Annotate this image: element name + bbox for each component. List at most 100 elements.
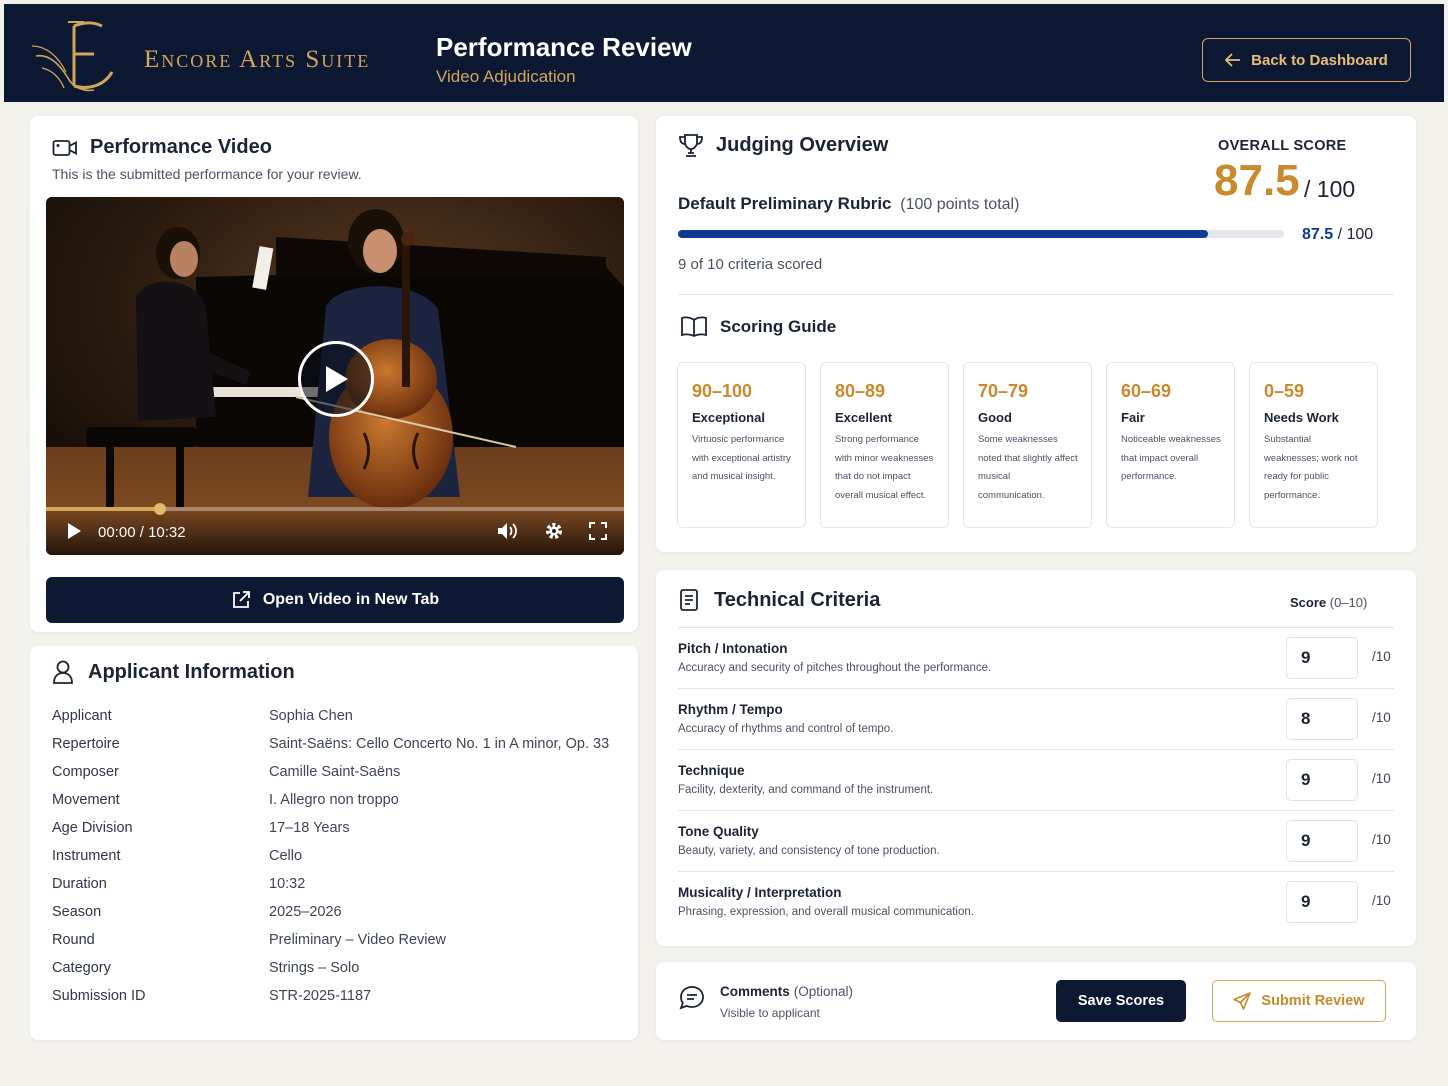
criterion-score-max: /10 <box>1372 832 1391 847</box>
video-time: 00:00 / 10:32 <box>98 524 186 541</box>
back-button-label: Back to Dashboard <box>1251 51 1388 69</box>
trophy-icon <box>679 134 703 157</box>
fullscreen-icon[interactable] <box>588 521 608 541</box>
criterion-name: Technique <box>678 763 745 778</box>
video-camera-icon <box>52 139 77 156</box>
brand-name: Encore Arts Suite <box>144 46 371 73</box>
applicant-field-value: STR-2025-1187 <box>269 988 372 1004</box>
comments-optional: (Optional) <box>793 984 854 999</box>
criterion-score-input[interactable] <box>1286 881 1358 923</box>
criterion-score-input[interactable] <box>1286 637 1358 679</box>
applicant-field-value: Cello <box>269 848 303 864</box>
overview-divider <box>678 294 1394 295</box>
video-player[interactable]: 00:00 / 10:32 <box>46 197 624 555</box>
video-progress-track[interactable] <box>46 503 624 515</box>
criterion-score-max: /10 <box>1372 649 1391 664</box>
judging-overview-card: Judging Overview Default Preliminary Rub… <box>656 116 1416 552</box>
applicant-field-label: Applicant <box>52 708 112 724</box>
criteria-divider <box>678 627 1394 628</box>
submit-review-label: Submit Review <box>1261 993 1365 1009</box>
score-progress-text: 87.5 / 100 <box>1302 226 1373 244</box>
applicant-field-label: Composer <box>52 764 119 780</box>
guide-tier-name: Needs Work <box>1264 410 1339 425</box>
progress-max: / 100 <box>1337 226 1374 243</box>
criterion-description: Beauty, variety, and consistency of tone… <box>678 845 940 857</box>
guide-tier-range: 60–69 <box>1121 381 1172 401</box>
external-link-icon <box>232 591 250 608</box>
app-header: Encore Arts Suite Performance Review Vid… <box>4 4 1444 102</box>
score-head-range: (0–10) <box>1329 595 1368 610</box>
applicant-field-value: Saint-Saëns: Cello Concerto No. 1 in A m… <box>269 736 610 752</box>
guide-tier-range: 70–79 <box>978 381 1029 401</box>
video-card-title: Performance Video <box>90 136 272 158</box>
criterion-row: Tone Quality Beauty, variety, and consist… <box>678 812 1394 872</box>
applicant-details-table: Applicant Sophia Chen Repertoire Saint-Saën… <box>52 702 622 1010</box>
rubric-points: (100 points total) <box>900 196 1020 213</box>
play-icon <box>326 366 348 392</box>
book-open-icon <box>681 316 707 338</box>
video-progress-knob[interactable] <box>153 503 166 515</box>
progress-score: 87.5 <box>1302 226 1334 243</box>
criterion-score-input[interactable] <box>1286 698 1358 740</box>
criteria-divider <box>678 749 1394 750</box>
overall-score-max: / 100 <box>1304 176 1356 202</box>
guide-tier-range: 90–100 <box>692 381 753 401</box>
comments-label: Comments <box>720 984 790 999</box>
open-video-new-tab-button[interactable]: Open Video in New Tab <box>46 577 624 623</box>
current-time: 00:00 <box>98 524 136 541</box>
applicant-field-label: Category <box>52 960 111 976</box>
scoring-guide-tier: 80–89 Excellent Strong performance with mi… <box>820 362 949 528</box>
clipboard-list-icon <box>680 589 698 611</box>
video-progress-fill <box>46 507 160 511</box>
send-icon <box>1233 992 1252 1010</box>
scoring-guide-list: 90–100 Exceptional Virtuosic performance w… <box>677 362 1378 528</box>
submit-review-button[interactable]: Submit Review <box>1212 980 1386 1022</box>
applicant-row: Category Strings – Solo <box>52 954 622 982</box>
criterion-name: Tone Quality <box>678 824 759 839</box>
applicant-card-header: Applicant Information <box>52 660 295 684</box>
criterion-score-max: /10 <box>1372 893 1391 908</box>
applicant-field-value: I. Allegro non troppo <box>269 792 399 808</box>
guide-tier-name: Exceptional <box>692 410 765 425</box>
volume-icon[interactable] <box>496 521 518 541</box>
applicant-field-value: Preliminary – Video Review <box>269 932 447 948</box>
criterion-score-input[interactable] <box>1286 820 1358 862</box>
criterion-name: Rhythm / Tempo <box>678 702 783 717</box>
guide-tier-range: 80–89 <box>835 381 886 401</box>
guide-tier-desc: Strong performance with minor weaknesses… <box>835 434 934 501</box>
overall-score-value: 87.5 <box>1214 156 1300 205</box>
rubric-name: Default Preliminary Rubric (100 points t… <box>678 194 1019 214</box>
performance-video-card: Performance Video This is the submitted … <box>30 116 638 632</box>
applicant-row: Round Preliminary – Video Review <box>52 926 622 954</box>
comments-action-bar: Comments (Optional) Visible to applicant … <box>656 962 1416 1040</box>
applicant-row: Age Division 17–18 Years <box>52 814 622 842</box>
overall-score-label: OVERALL SCORE <box>1218 138 1347 154</box>
applicant-row: Duration 10:32 <box>52 870 622 898</box>
applicant-field-label: Season <box>52 904 102 920</box>
settings-gear-icon[interactable] <box>544 521 564 541</box>
criteria-divider <box>678 688 1394 689</box>
guide-tier-name: Excellent <box>835 410 893 425</box>
arrow-left-icon <box>1225 53 1241 67</box>
criterion-row: Pitch / Intonation Accuracy and security … <box>678 629 1394 689</box>
open-video-label: Open Video in New Tab <box>262 591 440 608</box>
applicant-field-label: Submission ID <box>52 988 146 1004</box>
applicant-row: Instrument Cello <box>52 842 622 870</box>
save-scores-button[interactable]: Save Scores <box>1056 980 1186 1022</box>
comments-title[interactable]: Comments (Optional) <box>720 984 853 999</box>
criteria-divider <box>678 810 1394 811</box>
video-description: This is the submitted performance for yo… <box>52 166 362 182</box>
applicant-information-card: Applicant Information Applicant Sophia Ch… <box>30 646 638 1040</box>
guide-tier-range: 0–59 <box>1264 381 1305 401</box>
play-icon[interactable] <box>66 522 82 540</box>
score-column-header: Score (0–10) <box>1290 595 1367 610</box>
encore-logo-icon <box>31 21 114 92</box>
back-to-dashboard-button[interactable]: Back to Dashboard <box>1202 38 1411 82</box>
play-overlay-button[interactable] <box>298 341 374 417</box>
video-duration: 10:32 <box>148 524 186 541</box>
video-controls: 00:00 / 10:32 <box>46 503 624 555</box>
applicant-field-value: Camille Saint-Saëns <box>269 764 401 780</box>
criterion-score-input[interactable] <box>1286 759 1358 801</box>
criterion-score-max: /10 <box>1372 710 1391 725</box>
page-subtitle: Video Adjudication <box>436 67 576 86</box>
